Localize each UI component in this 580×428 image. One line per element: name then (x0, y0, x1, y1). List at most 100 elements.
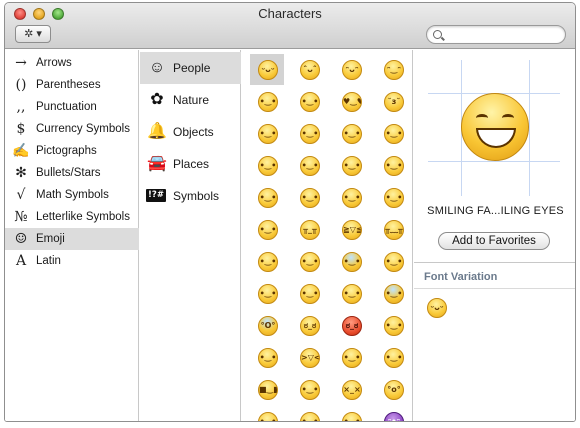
subcategory-label: Symbols (173, 189, 220, 203)
category-item-punctuation[interactable]: ,, Punctuation (5, 96, 139, 118)
emoji-cell-cry[interactable]: ╥_╥ (292, 214, 326, 245)
emoji-cell-anguished[interactable]: •‿• (334, 406, 368, 421)
joy-icon: ≧▽≦ (342, 220, 362, 240)
category-label: Parentheses (36, 79, 101, 91)
category-item-letterlike-symbols[interactable]: № Letterlike Symbols (5, 206, 139, 228)
triumph-icon: •‿• (384, 316, 404, 336)
emoji-cell-angry[interactable]: ಠ_ಠ (292, 310, 326, 341)
emoji-cell-relieved[interactable]: •‿• (292, 182, 326, 213)
emoji-cell-imp[interactable]: ᵔᴥᵔ (376, 406, 410, 421)
sweat-icon: •‿• (258, 284, 278, 304)
emoji-cell-heart-eyes[interactable]: ♥‿♥ (334, 86, 368, 117)
emoji-cell-cold-sweat[interactable]: •‿• (334, 246, 368, 277)
category-label: Letterlike Symbols (36, 211, 130, 223)
add-to-favorites-button[interactable]: Add to Favorites (438, 232, 550, 250)
emoji-grid: ᵕᴗᵕ ˆᴗˆ ᵔᴗᵔ ᵔ‿ᵔ •‿• •‿• ♥‿♥ ˘з˘ •‿• •‿• •‿• •‿• •‿• •… (242, 50, 413, 421)
emoji-cell-wink[interactable]: •‿• (292, 86, 326, 117)
emoji-cell-grin[interactable]: ˆᴗˆ (292, 54, 326, 85)
emoji-cell-grinning[interactable]: ᵔᴗᵔ (334, 54, 368, 85)
category-icon: A (15, 253, 27, 269)
category-item-pictographs[interactable]: ✍ Pictographs (5, 140, 139, 162)
emoji-cell-grinning-squint[interactable]: ᵕᴗᵕ (250, 54, 284, 85)
heart-eyes-icon: ♥‿♥ (342, 92, 362, 112)
emoji-cell-yum[interactable]: •‿• (334, 342, 368, 373)
angry-icon: ಠ_ಠ (300, 316, 320, 336)
emoji-cell-weary[interactable]: •‿• (292, 278, 326, 309)
emoji-cell-disappointed-relieved[interactable]: •‿• (292, 246, 326, 277)
emoji-cell-mask[interactable]: •‿• (376, 342, 410, 373)
search-field[interactable] (426, 25, 566, 44)
emoji-cell-unamused[interactable]: •‿• (334, 182, 368, 213)
emoji-cell-stuck-out-tongue-closed-eyes[interactable]: •‿• (250, 150, 284, 181)
category-icon: ✍ (12, 143, 30, 159)
emoji-cell-sleeping[interactable]: •‿• (292, 374, 326, 405)
subcategory-label: Objects (173, 125, 214, 139)
emoji-cell-kissing-smiling-eyes[interactable]: •‿• (334, 118, 368, 149)
emoji-cell-confounded[interactable]: •‿• (250, 342, 284, 373)
search-icon (433, 30, 442, 39)
eye (476, 114, 488, 122)
emoji-cell-sweat-smile[interactable]: •‿• (376, 246, 410, 277)
emoji-cell-laughing[interactable]: >▽< (292, 342, 326, 373)
subcategory-item-places[interactable]: 🚘 Places (140, 148, 241, 180)
emoji-cell-worried[interactable]: •‿• (250, 406, 284, 421)
emoji-cell-astonished[interactable]: °o° (376, 374, 410, 405)
search-input[interactable] (447, 27, 557, 42)
emoji-cell-fearful[interactable]: •‿• (376, 278, 410, 309)
emoji-cell-scream[interactable]: °O° (250, 310, 284, 341)
emoji-cell-triumph[interactable]: •‿• (376, 310, 410, 341)
emoji-cell-sunglasses[interactable]: ■‿■ (250, 374, 284, 405)
emoji-cell-frowning[interactable]: •‿• (292, 406, 326, 421)
title-bar: Characters ✲ ▾ (5, 3, 575, 49)
emoji-cell-joy[interactable]: ≧▽≦ (334, 214, 368, 245)
emoji-cell-rage[interactable]: ಠ_ಠ (334, 310, 368, 341)
subcategory-list: ☺ People ✿ Nature 🔔 Objects 🚘 Places !?# Symbols (140, 50, 241, 421)
smiling-face-icon: ᵕᴗᵕ (427, 298, 447, 318)
emoji-cell-tired[interactable]: •‿• (334, 278, 368, 309)
character-name: SMILING FA...ILING EYES (427, 205, 564, 217)
category-label: Pictographs (36, 145, 97, 157)
category-item-math-symbols[interactable]: √ Math Symbols (5, 184, 139, 206)
emoji-cell-sleepy[interactable]: •‿• (250, 246, 284, 277)
subcategory-item-people[interactable]: ☺ People (140, 52, 241, 84)
emoji-cell-sweat[interactable]: •‿• (250, 278, 284, 309)
category-item-arrows[interactable]: → Arrows (5, 52, 139, 74)
guide-line (529, 60, 530, 196)
stuck-out-tongue-closed-eyes-icon: •‿• (258, 156, 278, 176)
worried-icon: •‿• (258, 412, 278, 421)
subcategory-item-symbols[interactable]: !?# Symbols (140, 180, 241, 212)
emoji-cell-kissing[interactable]: •‿• (292, 118, 326, 149)
nature-icon: ✿ (150, 91, 164, 108)
emoji-cell-blush[interactable]: •‿• (250, 86, 284, 117)
emoji-cell-persevere[interactable]: •‿• (250, 214, 284, 245)
emoji-cell-stuck-out-tongue-winking[interactable]: •‿• (376, 118, 410, 149)
characters-window: Characters ✲ ▾ → Arrows () Parentheses ,, Pun… (4, 2, 576, 422)
emoji-cell-kissing-closed-eyes[interactable]: •‿• (250, 118, 284, 149)
subcategory-item-nature[interactable]: ✿ Nature (140, 84, 241, 116)
category-item-emoji[interactable]: ☺ Emoji (5, 228, 139, 250)
category-label: Math Symbols (36, 189, 109, 201)
emoji-cell-flushed[interactable]: •‿• (334, 150, 368, 181)
emoji-cell-smiling[interactable]: ᵔ‿ᵔ (376, 54, 410, 85)
category-item-latin[interactable]: A Latin (5, 250, 139, 272)
mask-icon: •‿• (384, 348, 404, 368)
emoji-cell-grimacing[interactable]: •‿• (376, 150, 410, 181)
emoji-cell-disappointed[interactable]: •‿• (376, 182, 410, 213)
wink-icon: •‿• (300, 92, 320, 112)
category-item-currency-symbols[interactable]: $ Currency Symbols (5, 118, 139, 140)
category-item-parentheses[interactable]: () Parentheses (5, 74, 139, 96)
dizzy-icon: ×_× (342, 380, 362, 400)
symbols-icon: !?# (146, 189, 166, 202)
emoji-cell-kissing-heart[interactable]: ˘з˘ (376, 86, 410, 117)
emoji-cell-pensive[interactable]: •‿• (250, 182, 284, 213)
subcategory-label: Nature (173, 93, 210, 107)
category-icon: () (15, 77, 27, 93)
subcategory-item-objects[interactable]: 🔔 Objects (140, 116, 241, 148)
emoji-cell-dizzy[interactable]: ×_× (334, 374, 368, 405)
font-variation-glyph[interactable]: ᵕᴗᵕ (427, 298, 461, 329)
emoji-cell-sob[interactable]: ╥﹏╥ (376, 214, 410, 245)
action-gear-button[interactable]: ✲ ▾ (15, 25, 51, 43)
category-item-bullets-stars[interactable]: ✻ Bullets/Stars (5, 162, 139, 184)
emoji-cell-stuck-out-tongue[interactable]: •‿• (292, 150, 326, 181)
places-icon: 🚘 (147, 155, 167, 172)
